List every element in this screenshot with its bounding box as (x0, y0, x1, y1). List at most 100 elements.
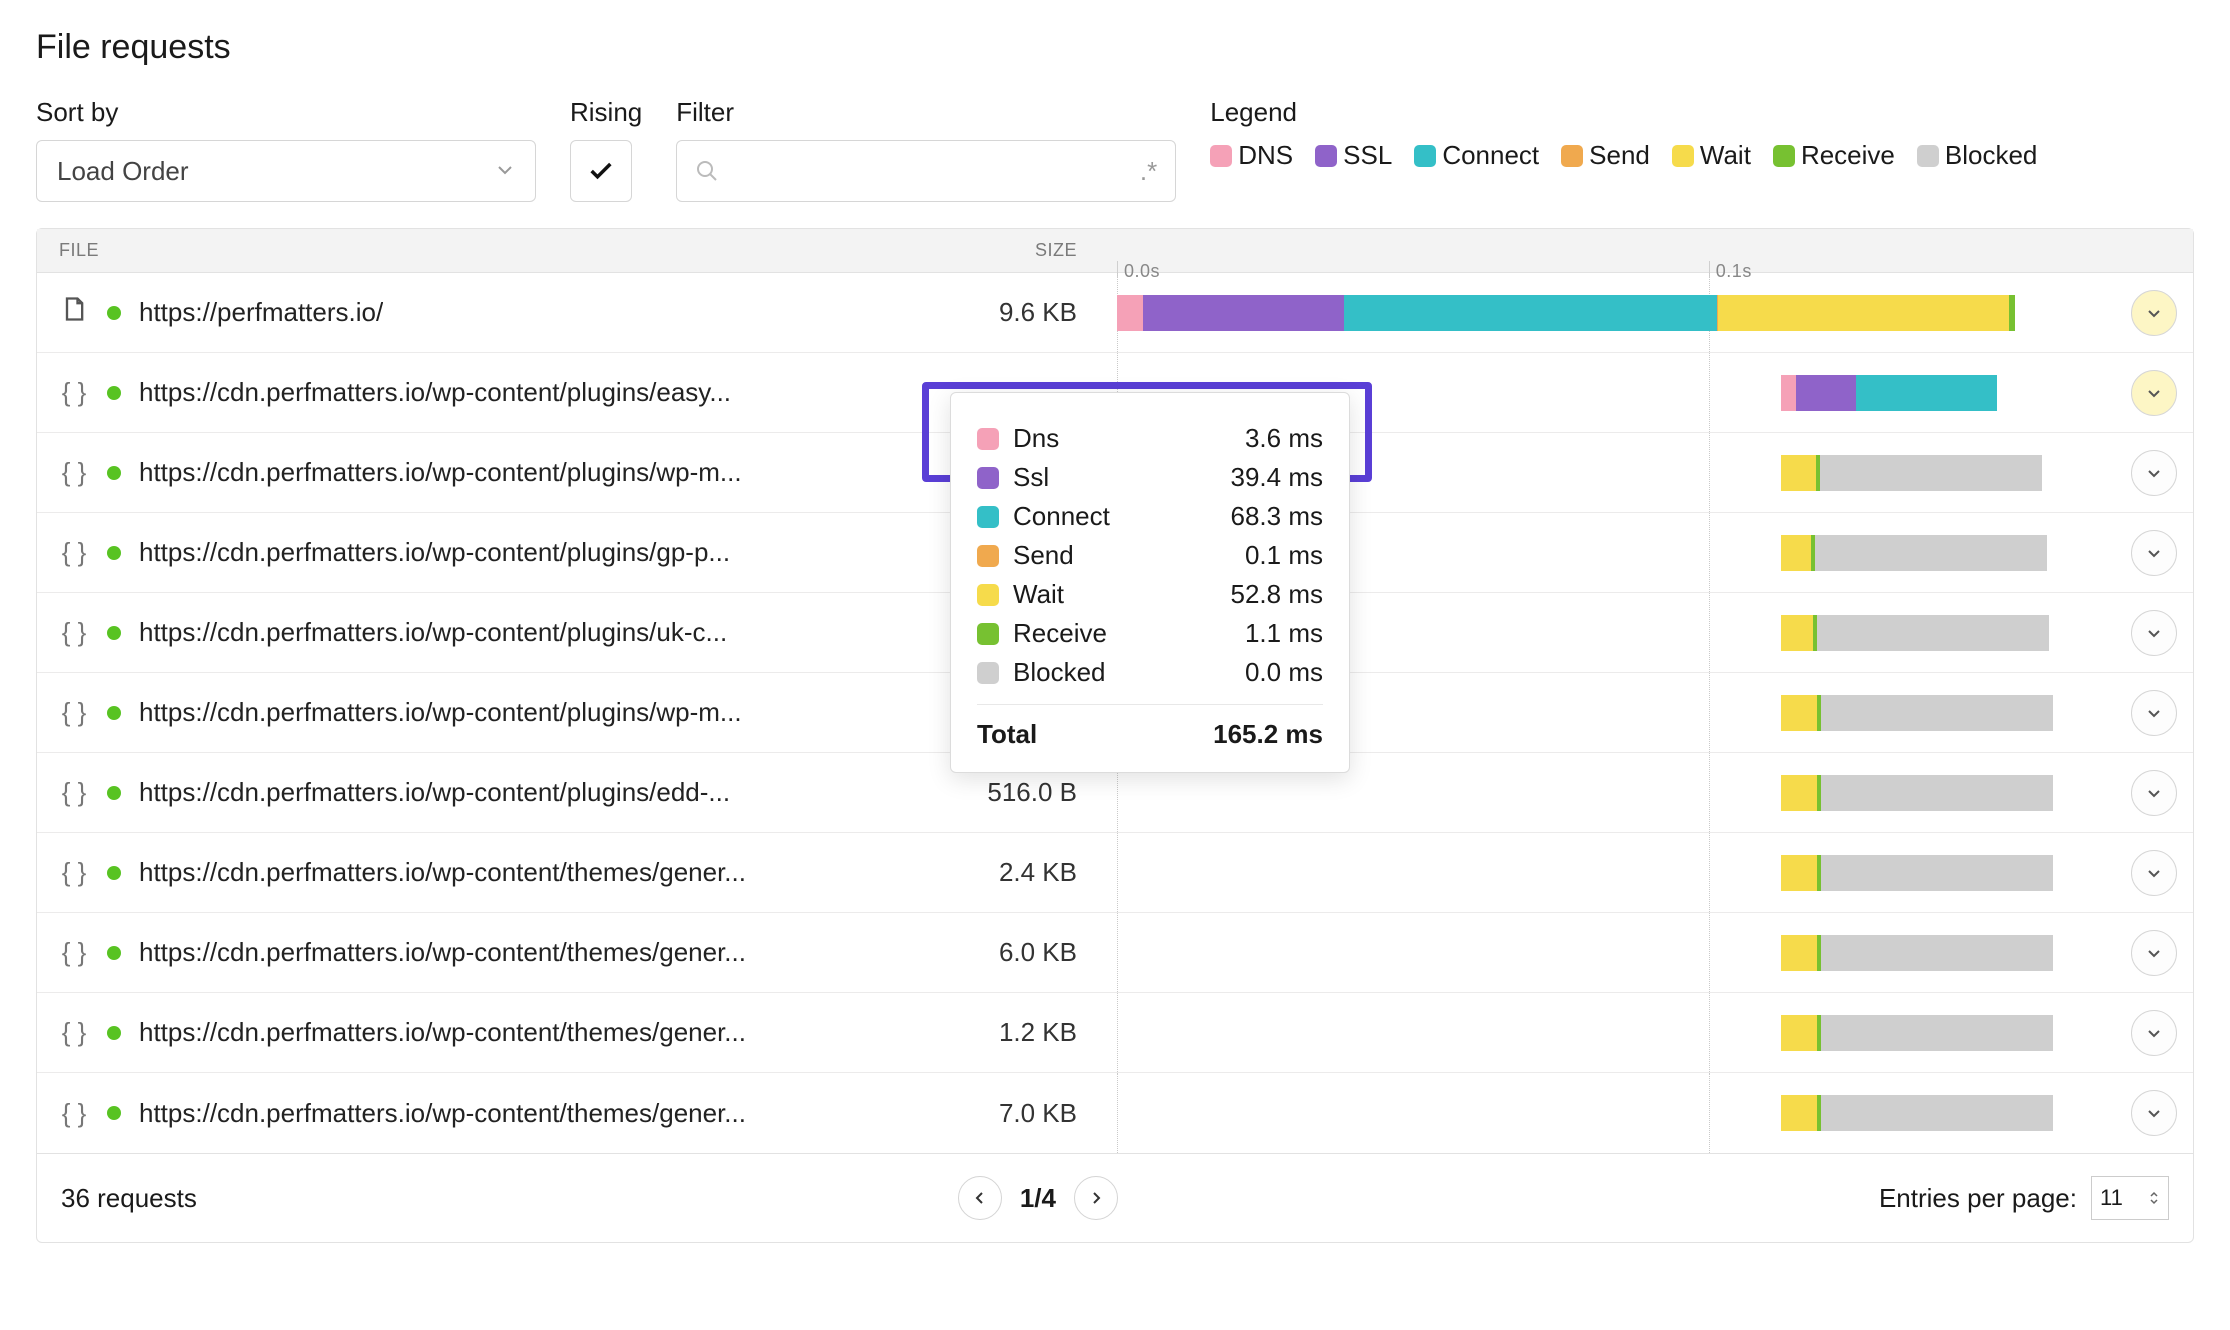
segment-receive (2009, 295, 2015, 331)
receive-swatch-icon (1773, 145, 1795, 167)
segment-wait (1718, 295, 2010, 331)
search-icon (695, 159, 719, 183)
expand-row-button[interactable] (2131, 1090, 2177, 1136)
legend-item-send[interactable]: Send (1561, 140, 1650, 171)
css-file-icon: { } (59, 857, 89, 888)
waterfall-bar[interactable] (1117, 1015, 2123, 1051)
waterfall-tooltip: Dns3.6 msSsl39.4 msConnect68.3 msSend0.1… (950, 392, 1350, 773)
sort-by-select[interactable]: Load Order (36, 140, 536, 202)
table-row: { } https://cdn.perfmatters.io/wp-content… (37, 1073, 2193, 1153)
status-ok-icon (107, 1026, 121, 1040)
file-url[interactable]: https://cdn.perfmatters.io/wp-content/pl… (139, 697, 742, 728)
css-file-icon: { } (59, 937, 89, 968)
expand-row-button[interactable] (2131, 930, 2177, 976)
page-indicator: 1/4 (1020, 1183, 1056, 1214)
table-row: { } https://cdn.perfmatters.io/wp-content… (37, 993, 2193, 1073)
css-file-icon: { } (59, 1017, 89, 1048)
tooltip-row-blocked: Blocked0.0 ms (977, 657, 1323, 688)
waterfall-bar[interactable] (1117, 295, 2123, 331)
table-row: https://perfmatters.io/9.6 KB (37, 273, 2193, 353)
file-size: 2.4 KB (807, 857, 1117, 888)
file-size: 6.0 KB (807, 937, 1117, 968)
expand-row-button[interactable] (2131, 610, 2177, 656)
prev-page-button[interactable] (958, 1176, 1002, 1220)
page-title: File requests (36, 28, 2194, 67)
document-icon (59, 295, 89, 330)
expand-row-button[interactable] (2131, 1010, 2177, 1056)
chevron-down-icon (2145, 944, 2163, 962)
css-file-icon: { } (59, 377, 89, 408)
segment-wait (1781, 455, 1816, 491)
expand-row-button[interactable] (2131, 690, 2177, 736)
wait-swatch-icon (977, 584, 999, 606)
legend-item-receive[interactable]: Receive (1773, 140, 1895, 171)
tooltip-row-send: Send0.1 ms (977, 540, 1323, 571)
file-url[interactable]: https://cdn.perfmatters.io/wp-content/th… (139, 857, 746, 888)
file-url[interactable]: https://cdn.perfmatters.io/wp-content/pl… (139, 457, 742, 488)
rising-toggle[interactable] (570, 140, 632, 202)
status-ok-icon (107, 306, 121, 320)
legend-item-wait[interactable]: Wait (1672, 140, 1751, 171)
file-url[interactable]: https://cdn.perfmatters.io/wp-content/pl… (139, 537, 730, 568)
segment-connect (1344, 295, 1716, 331)
filter-suffix: .* (1140, 156, 1157, 187)
waterfall-bar[interactable] (1117, 935, 2123, 971)
table-row: { } https://cdn.perfmatters.io/wp-content… (37, 833, 2193, 913)
file-url[interactable]: https://cdn.perfmatters.io/wp-content/th… (139, 1017, 746, 1048)
file-size: 516.0 B (807, 777, 1117, 808)
segment-blocked (1821, 855, 2052, 891)
legend-item-dns[interactable]: DNS (1210, 140, 1293, 171)
status-ok-icon (107, 386, 121, 400)
waterfall-bar[interactable] (1117, 855, 2123, 891)
css-file-icon: { } (59, 697, 89, 728)
expand-row-button[interactable] (2131, 370, 2177, 416)
segment-wait (1781, 935, 1817, 971)
blocked-swatch-icon (977, 662, 999, 684)
chevron-down-icon (495, 156, 515, 187)
status-ok-icon (107, 866, 121, 880)
tooltip-row-wait: Wait52.8 ms (977, 579, 1323, 610)
waterfall-bar[interactable] (1117, 775, 2123, 811)
legend-label: Legend (1210, 97, 2194, 128)
css-file-icon: { } (59, 1098, 89, 1129)
status-ok-icon (107, 706, 121, 720)
expand-row-button[interactable] (2131, 530, 2177, 576)
status-ok-icon (107, 786, 121, 800)
file-url[interactable]: https://cdn.perfmatters.io/wp-content/pl… (139, 377, 731, 408)
legend-item-blocked[interactable]: Blocked (1917, 140, 2038, 171)
expand-row-button[interactable] (2131, 770, 2177, 816)
blocked-swatch-icon (1917, 145, 1939, 167)
stepper-icon (2148, 1188, 2160, 1208)
legend-item-connect[interactable]: Connect (1414, 140, 1539, 171)
tooltip-row-ssl: Ssl39.4 ms (977, 462, 1323, 493)
filter-input[interactable]: .* (676, 140, 1176, 202)
legend-item-ssl[interactable]: SSL (1315, 140, 1392, 171)
col-header-size[interactable]: SIZE (807, 240, 1117, 261)
file-url[interactable]: https://perfmatters.io/ (139, 297, 383, 328)
status-ok-icon (107, 546, 121, 560)
send-swatch-icon (977, 545, 999, 567)
segment-wait (1781, 535, 1811, 571)
file-url[interactable]: https://cdn.perfmatters.io/wp-content/th… (139, 1098, 746, 1129)
css-file-icon: { } (59, 777, 89, 808)
file-url[interactable]: https://cdn.perfmatters.io/wp-content/pl… (139, 617, 727, 648)
file-url[interactable]: https://cdn.perfmatters.io/wp-content/th… (139, 937, 746, 968)
css-file-icon: { } (59, 537, 89, 568)
expand-row-button[interactable] (2131, 850, 2177, 896)
segment-wait (1781, 615, 1813, 651)
entries-per-page-input[interactable]: 11 (2091, 1176, 2169, 1220)
next-page-button[interactable] (1074, 1176, 1118, 1220)
segment-blocked (1821, 775, 2052, 811)
col-header-file[interactable]: FILE (37, 240, 807, 261)
waterfall-bar[interactable] (1117, 1095, 2123, 1131)
entries-per-page-label: Entries per page: (1879, 1183, 2077, 1214)
wait-swatch-icon (1672, 145, 1694, 167)
tooltip-row-connect: Connect68.3 ms (977, 501, 1323, 532)
expand-row-button[interactable] (2131, 290, 2177, 336)
connect-swatch-icon (1414, 145, 1436, 167)
css-file-icon: { } (59, 457, 89, 488)
chevron-down-icon (2145, 864, 2163, 882)
expand-row-button[interactable] (2131, 450, 2177, 496)
file-url[interactable]: https://cdn.perfmatters.io/wp-content/pl… (139, 777, 730, 808)
file-size: 1.2 KB (807, 1017, 1117, 1048)
